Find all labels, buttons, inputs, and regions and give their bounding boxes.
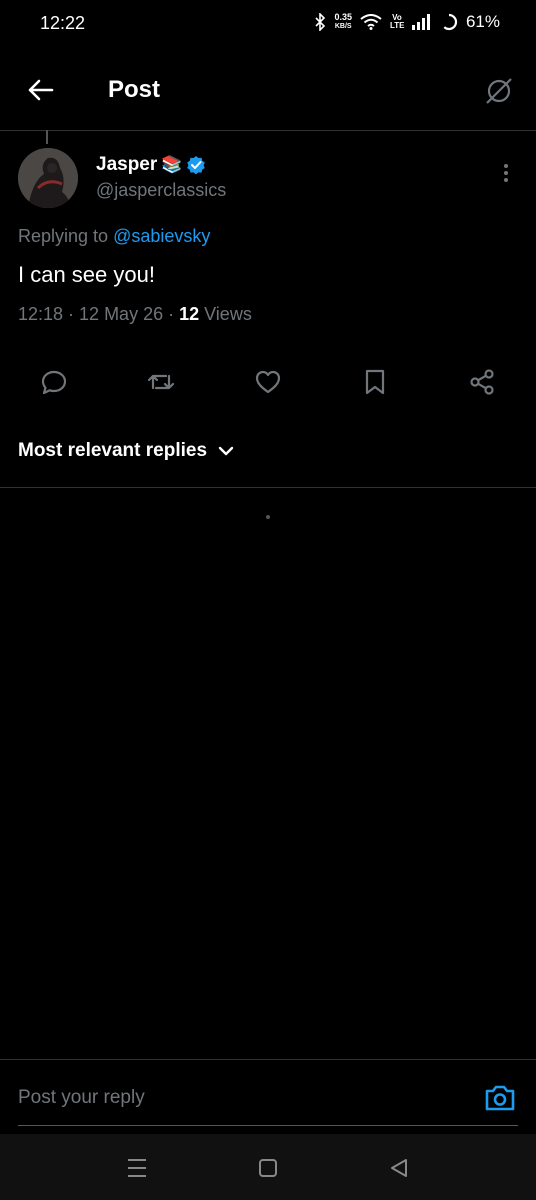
post-text: I can see you! xyxy=(18,262,155,287)
menu-lines-icon xyxy=(128,1159,146,1177)
bluetooth-icon xyxy=(315,13,326,31)
top-app-bar: Post xyxy=(0,60,536,120)
signal-icon xyxy=(411,14,430,30)
reply-button[interactable] xyxy=(34,362,74,402)
camera-icon xyxy=(485,1085,515,1111)
post-timestamp: 12:18 · 12 May 26 · xyxy=(18,304,180,324)
more-options-button[interactable] xyxy=(494,160,518,188)
author-handle[interactable]: @jasperclassics xyxy=(96,180,226,201)
header-divider xyxy=(0,130,536,131)
recents-button[interactable] xyxy=(124,1156,150,1180)
heart-icon xyxy=(255,370,281,394)
like-button[interactable] xyxy=(248,362,288,402)
battery-icon xyxy=(440,13,458,31)
avatar[interactable] xyxy=(18,148,78,208)
views-label: Views xyxy=(199,304,252,324)
verified-badge-icon xyxy=(187,156,206,175)
bookmark-icon xyxy=(365,369,385,395)
chevron-down-icon xyxy=(218,446,234,456)
arrow-left-icon xyxy=(28,79,54,101)
author-name-row[interactable]: Jasper 📚 xyxy=(96,154,206,176)
loading-indicator xyxy=(266,515,270,519)
bookmark-button[interactable] xyxy=(355,362,395,402)
share-icon xyxy=(470,369,494,395)
reply-icon xyxy=(41,370,67,395)
network-speed: 0.35 KB/S xyxy=(334,12,352,31)
square-icon xyxy=(259,1159,277,1177)
camera-button[interactable] xyxy=(482,1080,518,1116)
back-button[interactable] xyxy=(24,74,60,106)
views-count: 12 xyxy=(179,304,200,324)
post-meta: 12:18 · 12 May 26 · 12 Views xyxy=(18,304,252,325)
triangle-back-icon xyxy=(391,1159,407,1177)
replying-to-link[interactable]: @sabievsky xyxy=(113,226,210,246)
books-emoji: 📚 xyxy=(161,155,183,174)
sort-divider xyxy=(0,487,536,488)
grok-button[interactable] xyxy=(482,74,516,108)
wifi-icon xyxy=(360,14,382,30)
replying-to: Replying to @sabievsky xyxy=(18,226,211,246)
back-nav-button[interactable] xyxy=(386,1156,412,1180)
status-bar: 12:22 0.35 KB/S Vo LTE 61% xyxy=(0,0,536,48)
avatar-image xyxy=(18,148,78,208)
page-title: Post xyxy=(108,76,161,103)
author-display-name[interactable]: Jasper xyxy=(96,154,157,176)
reply-sort-dropdown[interactable]: Most relevant replies xyxy=(18,440,235,462)
repost-icon xyxy=(147,374,175,390)
battery-level: 61% xyxy=(465,12,500,31)
system-nav-bar xyxy=(0,1134,536,1200)
home-button[interactable] xyxy=(255,1156,281,1180)
reply-input[interactable]: Post your reply xyxy=(18,1087,145,1109)
thread-connector xyxy=(46,130,48,144)
composer-bottom-divider xyxy=(18,1125,518,1126)
grok-icon xyxy=(486,78,512,104)
repost-button[interactable] xyxy=(141,362,181,402)
post-action-bar xyxy=(0,362,536,402)
sort-label: Most relevant replies xyxy=(18,440,208,461)
status-icons: 0.35 KB/S Vo LTE 61% xyxy=(314,12,500,32)
status-time: 12:22 xyxy=(40,13,86,33)
share-button[interactable] xyxy=(462,362,502,402)
more-vertical-icon xyxy=(504,164,508,182)
composer-top-divider xyxy=(0,1059,536,1060)
volte-indicator: Vo LTE xyxy=(389,13,405,30)
